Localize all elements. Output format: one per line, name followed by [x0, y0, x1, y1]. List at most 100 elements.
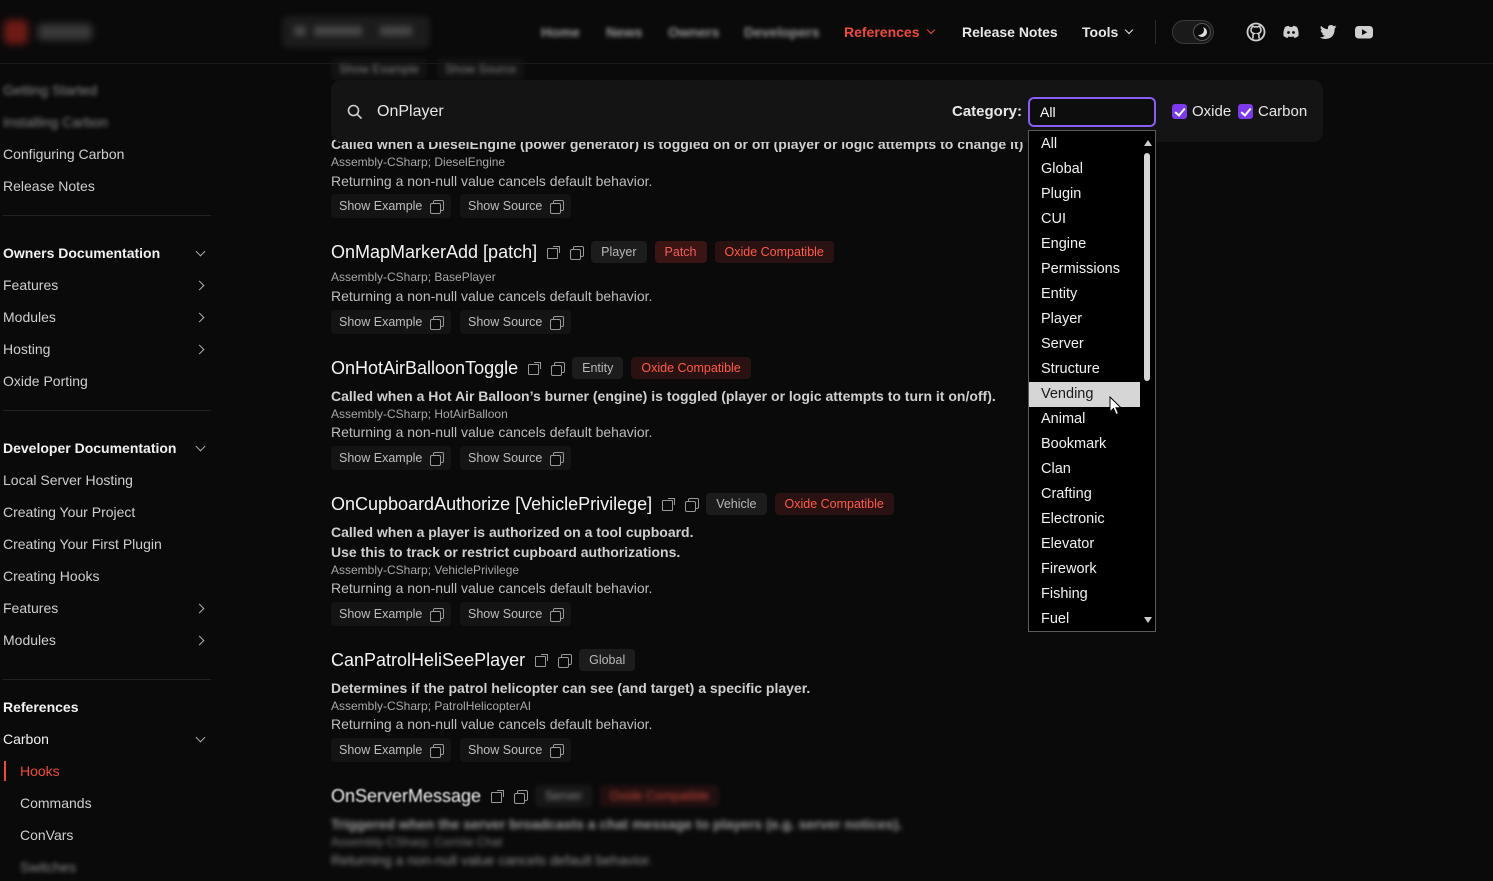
external-link-icon[interactable] — [535, 653, 549, 667]
show-source-button[interactable]: Show Source — [460, 602, 572, 626]
hook-title[interactable]: OnCupboardAuthorize [VehiclePrivilege] — [331, 494, 652, 515]
scroll-down-arrow-icon[interactable] — [1144, 617, 1152, 623]
sidebar-item-convars[interactable]: ConVars — [20, 827, 73, 843]
hook-title[interactable]: OnHotAirBalloonToggle — [331, 358, 518, 379]
sidebar-item-commands[interactable]: Commands — [20, 795, 92, 811]
category-option-hovered[interactable]: Vending — [1029, 382, 1140, 407]
sidebar-section-developer[interactable]: Developer Documentation — [3, 440, 176, 456]
nav-developers[interactable]: Developers — [744, 0, 819, 64]
dropdown-scrollbar[interactable] — [1140, 131, 1155, 631]
category-option[interactable]: Structure — [1029, 357, 1140, 382]
category-option[interactable]: Server — [1029, 332, 1140, 357]
sidebar-item-hosting[interactable]: Hosting — [3, 341, 50, 357]
sidebar-item-dev-features[interactable]: Features — [3, 600, 58, 616]
chevron-right-icon[interactable] — [194, 280, 205, 291]
category-option[interactable]: Fishing — [1029, 582, 1140, 607]
category-option[interactable]: Crafting — [1029, 482, 1140, 507]
category-option[interactable]: Clan — [1029, 457, 1140, 482]
sidebar-item-getting-started[interactable]: Getting Started — [3, 82, 97, 98]
nav-owners[interactable]: Owners — [668, 0, 719, 64]
show-example-button[interactable]: Show Example — [331, 738, 452, 762]
copy-icon[interactable] — [570, 245, 585, 260]
sidebar-item-switches[interactable]: Switches — [20, 859, 76, 875]
show-source-button[interactable]: Show Source — [460, 446, 572, 470]
hook-title[interactable]: OnMapMarkerAdd [patch] — [331, 242, 537, 263]
category-option[interactable]: Animal — [1029, 407, 1140, 432]
chevron-down-icon[interactable] — [195, 246, 206, 257]
category-option[interactable]: CUI — [1029, 207, 1140, 232]
scroll-up-arrow-icon[interactable] — [1144, 140, 1152, 146]
scrollbar-thumb[interactable] — [1144, 153, 1150, 381]
hook-search-input[interactable] — [377, 100, 577, 124]
show-example-button[interactable]: Show Example — [331, 602, 452, 626]
sidebar-item-creating-first-plugin[interactable]: Creating Your First Plugin — [3, 536, 162, 552]
category-option[interactable]: Engine — [1029, 232, 1140, 257]
chevron-right-icon[interactable] — [194, 603, 205, 614]
oxide-checkbox-label[interactable]: Oxide — [1192, 103, 1231, 120]
category-option[interactable]: Fuel — [1029, 607, 1140, 631]
external-link-icon[interactable] — [491, 789, 505, 803]
sidebar-item-release-notes[interactable]: Release Notes — [3, 178, 95, 194]
sidebar-item-local-server-hosting[interactable]: Local Server Hosting — [3, 472, 133, 488]
chevron-down-icon[interactable] — [195, 732, 206, 743]
hook-title[interactable]: CanPatrolHeliSeePlayer — [331, 650, 525, 671]
theme-toggle[interactable] — [1172, 20, 1214, 44]
category-option[interactable]: Player — [1029, 307, 1140, 332]
copy-icon[interactable] — [558, 653, 573, 668]
copy-icon[interactable] — [551, 361, 566, 376]
nav-home[interactable]: Home — [541, 0, 580, 64]
carbon-checkbox-label[interactable]: Carbon — [1258, 103, 1307, 120]
sidebar-item-creating-your-project[interactable]: Creating Your Project — [3, 504, 135, 520]
hook-return-note: Returning a non-null value cancels defau… — [331, 580, 653, 596]
sidebar-item-oxide-porting[interactable]: Oxide Porting — [3, 373, 88, 389]
sidebar-item-modules[interactable]: Modules — [3, 309, 56, 325]
show-source-button[interactable]: Show Source — [460, 194, 572, 218]
show-source-button[interactable]: Show Source — [460, 310, 572, 334]
sidebar-item-configuring-carbon[interactable]: Configuring Carbon — [3, 146, 124, 162]
category-option[interactable]: All — [1029, 132, 1140, 157]
category-dropdown-list[interactable]: All Global Plugin CUI Engine Permissions… — [1028, 130, 1156, 632]
site-logo[interactable] — [4, 18, 96, 46]
category-option[interactable]: Entity — [1029, 282, 1140, 307]
copy-icon[interactable] — [514, 789, 529, 804]
nav-tools[interactable]: Tools — [1082, 0, 1134, 64]
show-example-button[interactable]: Show Example — [331, 310, 452, 334]
chevron-right-icon[interactable] — [194, 635, 205, 646]
oxide-checkbox[interactable] — [1172, 104, 1187, 119]
nav-references[interactable]: References — [844, 0, 935, 64]
chevron-right-icon[interactable] — [194, 344, 205, 355]
show-example-button[interactable]: Show Example — [331, 194, 452, 218]
category-option[interactable]: Global — [1029, 157, 1140, 182]
external-link-icon[interactable] — [528, 361, 542, 375]
discord-icon[interactable] — [1281, 22, 1301, 42]
top-search-button[interactable] — [282, 16, 430, 48]
chevron-right-icon[interactable] — [194, 312, 205, 323]
external-link-icon[interactable] — [662, 497, 676, 511]
sidebar-item-hooks[interactable]: Hooks — [20, 763, 60, 779]
chevron-down-icon[interactable] — [195, 441, 206, 452]
hook-title[interactable]: OnServerMessage — [331, 786, 481, 807]
nav-release-notes[interactable]: Release Notes — [962, 0, 1058, 64]
show-example-button[interactable]: Show Example — [331, 446, 452, 470]
youtube-icon[interactable] — [1354, 22, 1374, 42]
category-select[interactable]: All — [1028, 97, 1156, 127]
nav-news[interactable]: News — [606, 0, 643, 64]
github-icon[interactable] — [1246, 22, 1266, 42]
category-option[interactable]: Plugin — [1029, 182, 1140, 207]
category-option[interactable]: Firework — [1029, 557, 1140, 582]
category-option[interactable]: Elevator — [1029, 532, 1140, 557]
show-source-button[interactable]: Show Source — [460, 738, 572, 762]
sidebar-item-features[interactable]: Features — [3, 277, 58, 293]
sidebar-item-carbon[interactable]: Carbon — [3, 731, 49, 747]
external-link-icon[interactable] — [547, 245, 561, 259]
sidebar-section-owners[interactable]: Owners Documentation — [3, 245, 160, 261]
copy-icon[interactable] — [685, 497, 700, 512]
category-option[interactable]: Electronic — [1029, 507, 1140, 532]
category-option[interactable]: Permissions — [1029, 257, 1140, 282]
sidebar-item-dev-modules[interactable]: Modules — [3, 632, 56, 648]
sidebar-item-creating-hooks[interactable]: Creating Hooks — [3, 568, 100, 584]
carbon-checkbox[interactable] — [1238, 104, 1253, 119]
sidebar-item-installing-carbon[interactable]: Installing Carbon — [3, 114, 108, 130]
category-option[interactable]: Bookmark — [1029, 432, 1140, 457]
twitter-icon[interactable] — [1318, 22, 1338, 42]
